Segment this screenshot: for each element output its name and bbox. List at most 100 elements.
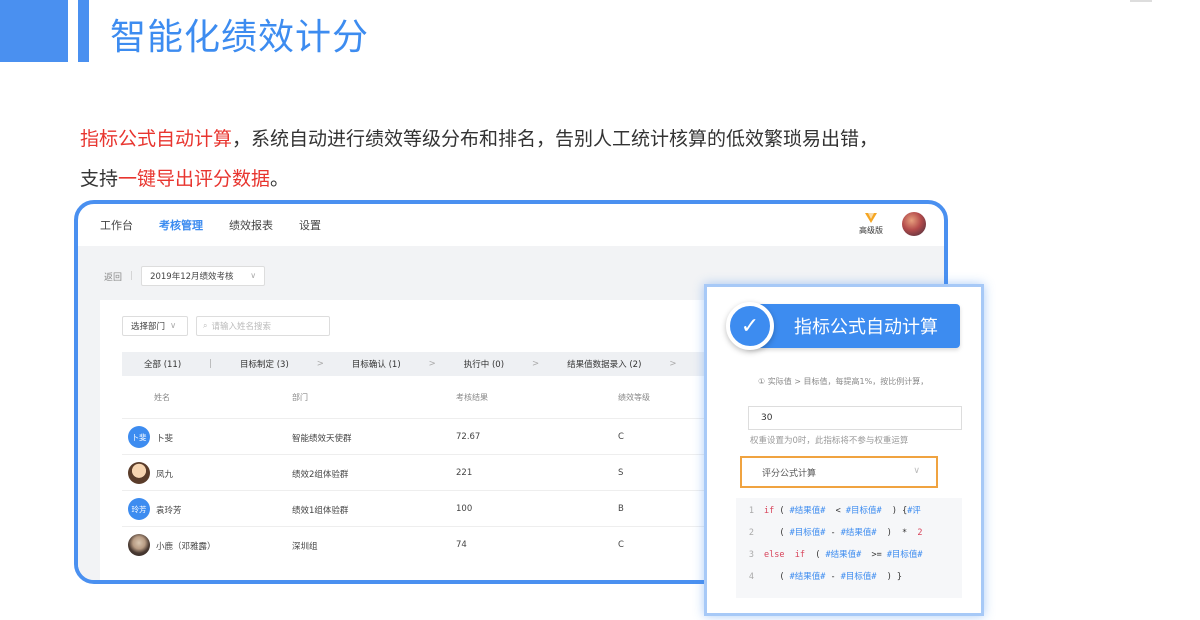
line-number: 2 — [748, 528, 754, 538]
line-number: 4 — [748, 572, 754, 582]
tab-separator: | — [209, 359, 213, 369]
row-dept: 深圳组 — [292, 542, 318, 552]
code-line: 2 ( #目标值# - #结果值# ) * 2 — [736, 526, 923, 538]
code-token: #目标值# — [845, 506, 882, 516]
period-value: 2019年12月绩效考核 — [150, 272, 234, 282]
line-number: 1 — [748, 506, 754, 516]
code-token: if — [794, 550, 805, 560]
table-row[interactable]: 凤九 绩效2组体验群 221 S — [122, 454, 722, 490]
weight-input[interactable]: 30 — [748, 406, 962, 430]
tab-separator: > — [532, 359, 540, 369]
nav-performance-report[interactable]: 绩效报表 — [229, 217, 273, 233]
back-separator: | — [130, 271, 134, 281]
code-line: 4 ( #结果值# - #目标值# ) } — [736, 570, 902, 582]
code-token: ( — [764, 572, 790, 582]
formula-type-select[interactable]: 评分公式计算 ∨ — [740, 456, 938, 488]
formula-rule-text: ① 实际值 > 目标值，每提高1%，按比例计算， — [758, 377, 929, 386]
corner-divider — [1130, 0, 1152, 2]
check-icon: ✓ — [726, 302, 774, 350]
tab-separator: > — [428, 359, 436, 369]
name-search-input[interactable]: ⌕ 请输入姓名搜索 — [196, 316, 330, 336]
table-row[interactable]: 卜斐 卜斐 智能绩效天使群 72.67 C — [122, 418, 722, 454]
user-avatar[interactable] — [902, 212, 926, 236]
header-score: 考核结果 — [456, 393, 488, 402]
code-token: 2 — [917, 528, 923, 538]
code-token: #结果值# — [789, 506, 826, 516]
code-token: >= — [861, 550, 887, 560]
code-token: - — [825, 528, 841, 538]
row-name: 凤九 — [156, 470, 174, 480]
tab-goal-confirm[interactable]: 目标确认 (1) — [352, 358, 401, 370]
description-prefix: 支持 — [80, 168, 119, 190]
header-dept: 部门 — [292, 393, 308, 402]
code-token: ) { — [881, 506, 908, 516]
code-token: if — [764, 506, 775, 516]
code-token: ( — [764, 528, 790, 538]
back-row: 返回 | 2019年12月绩效考核 ∨ — [104, 266, 266, 286]
row-name: 卜斐 — [156, 434, 174, 444]
code-line: 3 else if ( #结果值# >= #目标值# — [736, 548, 923, 560]
code-token: ) } — [876, 572, 903, 582]
row-score: 74 — [456, 540, 467, 550]
highlight-auto-calc: 指标公式自动计算 — [80, 128, 233, 150]
description-line-1: 指标公式自动计算，系统自动进行绩效等级分布和排名，告别人工统计核算的低效繁琐易出… — [80, 124, 878, 151]
code-token: #目标值# — [840, 572, 877, 582]
slide-title: 智能化绩效计分 — [110, 17, 370, 58]
row-dept: 智能绩效天使群 — [292, 434, 352, 444]
tab-all[interactable]: 全部 (11) — [144, 358, 181, 370]
table-row[interactable]: 玲芳 袁玲芳 绩效1组体验群 100 B — [122, 490, 722, 526]
nav-review-management[interactable]: 考核管理 — [159, 217, 203, 233]
avatar — [128, 534, 150, 556]
tab-separator: > — [669, 359, 677, 369]
row-score: 221 — [456, 468, 473, 478]
description-text: ，系统自动进行绩效等级分布和排名，告别人工统计核算的低效繁琐易出错， — [232, 128, 879, 150]
avatar: 玲芳 — [128, 498, 150, 520]
code-token: #结果值# — [789, 572, 826, 582]
auto-calc-banner: 指标公式自动计算 — [746, 304, 960, 348]
header-grade: 绩效等级 — [618, 393, 650, 402]
top-nav: 工作台 考核管理 绩效报表 设置 高级版 — [78, 204, 944, 246]
nav-settings[interactable]: 设置 — [299, 217, 321, 233]
row-grade: B — [618, 504, 624, 514]
description-line-2: 支持一键导出评分数据。 — [80, 164, 289, 191]
code-token: - — [825, 572, 841, 582]
diamond-icon — [865, 213, 877, 223]
tab-separator: > — [316, 359, 324, 369]
code-token: ( — [774, 506, 790, 516]
code-token: #结果值# — [840, 528, 877, 538]
vip-badge[interactable]: 高级版 — [856, 212, 886, 236]
title-accent-block — [0, 0, 68, 62]
vip-label: 高级版 — [859, 226, 883, 235]
formula-code-editor[interactable]: 1 if ( #结果值# < #目标值# ) {#评 2 ( #目标值# - #结果… — [736, 498, 962, 598]
tab-result-entry[interactable]: 结果值数据录入 (2) — [567, 358, 641, 370]
code-token: #结果值# — [825, 550, 862, 560]
back-link[interactable]: 返回 — [104, 270, 122, 283]
row-name: 小鹿（邓雅露） — [156, 542, 216, 552]
row-score: 100 — [456, 504, 473, 514]
highlight-export: 一键导出评分数据 — [118, 168, 271, 190]
code-token: else — [764, 550, 785, 560]
search-placeholder: 请输入姓名搜索 — [211, 322, 271, 332]
row-score: 72.67 — [456, 432, 481, 442]
status-tabs: 全部 (11) | 目标制定 (3) > 目标确认 (1) > 执行中 (0) … — [122, 352, 722, 376]
table-row[interactable]: 小鹿（邓雅露） 深圳组 74 C — [122, 526, 722, 562]
nav-workbench[interactable]: 工作台 — [100, 217, 133, 233]
formula-type-value: 评分公式计算 — [762, 468, 817, 479]
chevron-down-icon: ∨ — [170, 321, 177, 331]
title-accent-stripe — [78, 0, 89, 62]
code-token: #目标值# — [886, 550, 923, 560]
row-name: 袁玲芳 — [156, 506, 182, 516]
code-token: #评 — [907, 506, 921, 516]
period-select[interactable]: 2019年12月绩效考核 ∨ — [141, 266, 266, 286]
weight-hint: 权重设置为0时，此指标将不参与权重运算 — [750, 436, 909, 446]
row-grade: C — [618, 540, 624, 550]
department-select[interactable]: 选择部门 ∨ — [122, 316, 188, 336]
code-token: #目标值# — [789, 528, 826, 538]
tab-in-progress[interactable]: 执行中 (0) — [464, 358, 504, 370]
chevron-down-icon: ∨ — [250, 271, 257, 280]
line-number: 3 — [748, 550, 754, 560]
search-icon: ⌕ — [203, 321, 208, 330]
row-grade: S — [618, 468, 624, 478]
tab-goal-setting[interactable]: 目标制定 (3) — [240, 358, 289, 370]
